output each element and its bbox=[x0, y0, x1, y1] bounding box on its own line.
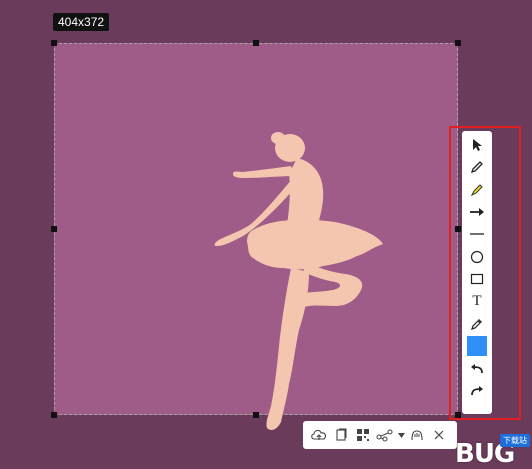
rectangle-icon[interactable] bbox=[464, 268, 490, 290]
share-icon[interactable] bbox=[375, 424, 395, 446]
resize-handle-tr[interactable] bbox=[455, 40, 461, 46]
capture-selection[interactable] bbox=[54, 43, 458, 430]
resize-handle-bl[interactable] bbox=[51, 412, 57, 418]
annotation-toolbar: T bbox=[462, 131, 492, 414]
chevron-down-icon[interactable] bbox=[397, 424, 405, 446]
highlighter-icon[interactable] bbox=[464, 179, 490, 201]
text-icon[interactable]: T bbox=[464, 290, 490, 312]
cloud-upload-icon[interactable] bbox=[309, 424, 329, 446]
resize-handle-tm[interactable] bbox=[253, 40, 259, 46]
copy-icon[interactable] bbox=[331, 424, 351, 446]
watermark-logo: BUG 下载站 bbox=[455, 430, 532, 469]
pin-icon[interactable] bbox=[407, 424, 427, 446]
arrow-icon[interactable] bbox=[464, 201, 490, 223]
redo-icon[interactable] bbox=[464, 379, 490, 401]
undo-icon[interactable] bbox=[464, 357, 490, 379]
resize-handle-bm[interactable] bbox=[253, 412, 259, 418]
close-icon[interactable] bbox=[429, 424, 449, 446]
pen-icon[interactable] bbox=[464, 156, 490, 178]
eyedropper-icon[interactable] bbox=[464, 312, 490, 334]
select-arrow-icon[interactable] bbox=[464, 134, 490, 156]
ellipse-icon[interactable] bbox=[464, 245, 490, 267]
resize-handle-ml[interactable] bbox=[51, 226, 57, 232]
line-icon[interactable] bbox=[464, 223, 490, 245]
text-tool-label: T bbox=[472, 292, 482, 309]
resize-handle-tl[interactable] bbox=[51, 40, 57, 46]
selection-size-badge: 404x372 bbox=[53, 13, 110, 31]
dancer-image bbox=[214, 132, 383, 430]
qr-code-icon[interactable] bbox=[353, 424, 373, 446]
active-color-swatch bbox=[467, 335, 487, 356]
watermark-tag: 下载站 bbox=[500, 434, 530, 447]
color-swatch[interactable] bbox=[464, 335, 490, 357]
bottom-action-toolbar bbox=[303, 421, 457, 449]
